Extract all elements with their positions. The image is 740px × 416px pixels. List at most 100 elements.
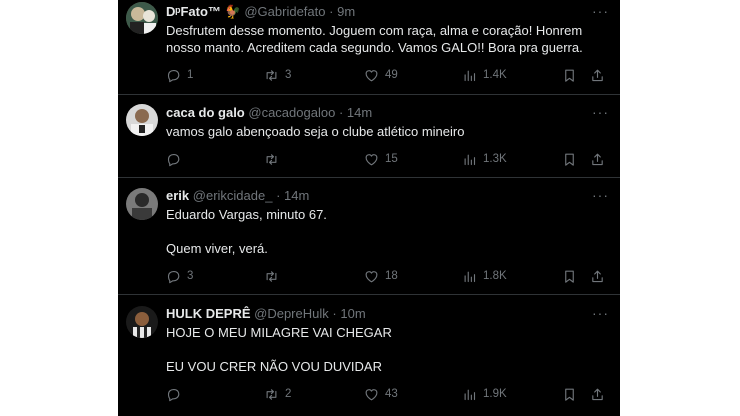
retweet-icon: [264, 152, 279, 167]
share-icon: [590, 387, 605, 402]
retweet-count: 3: [285, 69, 292, 81]
reply-icon: [166, 387, 181, 402]
timestamp[interactable]: 9m: [337, 4, 355, 19]
tweet-3[interactable]: erik @erikcidade_ · 14m ··· Eduardo Varg…: [118, 178, 620, 295]
share-icon: [590, 152, 605, 167]
view-count: 1.8K: [483, 270, 507, 282]
tweet-1[interactable]: DᵖFato™ 🐓 @Gabridefato · 9m ··· Desfrute…: [118, 0, 620, 95]
views-button[interactable]: 1.3K: [462, 150, 507, 168]
reply-button[interactable]: [166, 150, 187, 168]
avatar[interactable]: [126, 104, 158, 136]
action-bar: 2 43 1.9K: [166, 385, 612, 403]
separator: ·: [338, 105, 344, 120]
retweet-button[interactable]: [264, 267, 285, 285]
bookmark-button[interactable]: [562, 267, 577, 285]
share-icon: [590, 68, 605, 83]
handle[interactable]: @DepreHulk: [254, 306, 329, 321]
more-options-button[interactable]: ···: [592, 4, 608, 18]
retweet-button[interactable]: 2: [264, 385, 291, 403]
timestamp[interactable]: 10m: [340, 306, 365, 321]
bookmark-button[interactable]: [562, 66, 577, 84]
reply-button[interactable]: [166, 385, 187, 403]
view-count: 1.4K: [483, 69, 507, 81]
like-button[interactable]: 49: [364, 66, 398, 84]
heart-icon: [364, 387, 379, 402]
heart-icon: [364, 152, 379, 167]
action-bar: 15 1.3K: [166, 150, 612, 168]
reply-count: 3: [187, 270, 194, 282]
timeline: DᵖFato™ 🐓 @Gabridefato · 9m ··· Desfrute…: [118, 0, 620, 416]
reply-icon: [166, 152, 181, 167]
like-count: 49: [385, 69, 398, 81]
views-button[interactable]: 1.8K: [462, 267, 507, 285]
tweet-4[interactable]: HULK DEPRÊ @DepreHulk · 10m ··· HOJE O M…: [118, 295, 620, 416]
retweet-button[interactable]: [264, 150, 285, 168]
tweet-text: Eduardo Vargas, minuto 67. Quem viver, v…: [166, 207, 327, 256]
more-options-button[interactable]: ···: [592, 306, 608, 320]
heart-icon: [364, 269, 379, 284]
display-name[interactable]: HULK DEPRÊ: [166, 306, 251, 321]
display-name[interactable]: caca do galo: [166, 105, 245, 120]
handle[interactable]: @erikcidade_: [193, 188, 273, 203]
bookmark-icon: [562, 68, 577, 83]
more-options-button[interactable]: ···: [592, 188, 608, 202]
action-bar: 1 3 49 1.4K: [166, 66, 612, 84]
display-name[interactable]: erik: [166, 188, 189, 203]
views-button[interactable]: 1.9K: [462, 385, 507, 403]
view-count: 1.9K: [483, 388, 507, 400]
handle[interactable]: @Gabridefato: [244, 4, 325, 19]
reply-icon: [166, 269, 181, 284]
reply-button[interactable]: 3: [166, 267, 193, 285]
views-icon: [462, 387, 477, 402]
timestamp[interactable]: 14m: [284, 188, 309, 203]
separator: ·: [276, 188, 281, 203]
share-button[interactable]: [590, 385, 605, 403]
share-icon: [590, 269, 605, 284]
rooster-emoji: 🐓: [224, 4, 241, 19]
like-count: 43: [385, 388, 398, 400]
avatar[interactable]: [126, 306, 158, 338]
like-count: 15: [385, 153, 398, 165]
like-count: 18: [385, 270, 398, 282]
views-icon: [462, 152, 477, 167]
separator: ·: [329, 4, 334, 19]
heart-icon: [364, 68, 379, 83]
retweet-icon: [264, 269, 279, 284]
action-bar: 3 18 1.8K: [166, 267, 612, 285]
more-options-button[interactable]: ···: [592, 105, 608, 119]
tweet-text: vamos galo abençoado seja o clube atléti…: [166, 124, 465, 139]
tweet-2[interactable]: caca do galo @cacadogaloo · 14m ··· vamo…: [118, 95, 620, 178]
like-button[interactable]: 43: [364, 385, 398, 403]
timestamp[interactable]: 14m: [347, 105, 372, 120]
tweet-header: HULK DEPRÊ @DepreHulk · 10m: [166, 306, 366, 322]
retweet-icon: [264, 68, 279, 83]
tweet-text: HOJE O MEU MILAGRE VAI CHEGAR EU VOU CRE…: [166, 325, 392, 374]
reply-button[interactable]: 1: [166, 66, 193, 84]
retweet-icon: [264, 387, 279, 402]
bookmark-icon: [562, 269, 577, 284]
views-button[interactable]: 1.4K: [462, 66, 507, 84]
avatar[interactable]: [126, 188, 158, 220]
handle[interactable]: @cacadogaloo: [248, 105, 335, 120]
tweet-header: caca do galo @cacadogaloo · 14m: [166, 105, 372, 121]
bookmark-button[interactable]: [562, 385, 577, 403]
share-button[interactable]: [590, 150, 605, 168]
avatar[interactable]: [126, 2, 158, 34]
view-count: 1.3K: [483, 153, 507, 165]
bookmark-button[interactable]: [562, 150, 577, 168]
separator: ·: [332, 306, 337, 321]
bookmark-icon: [562, 152, 577, 167]
tweet-header: erik @erikcidade_ · 14m: [166, 188, 309, 204]
bookmark-icon: [562, 387, 577, 402]
like-button[interactable]: 15: [364, 150, 398, 168]
tweet-header: DᵖFato™ 🐓 @Gabridefato · 9m: [166, 4, 355, 20]
share-button[interactable]: [590, 267, 605, 285]
share-button[interactable]: [590, 66, 605, 84]
display-name[interactable]: DᵖFato™: [166, 4, 221, 19]
like-button[interactable]: 18: [364, 267, 398, 285]
views-icon: [462, 269, 477, 284]
views-icon: [462, 68, 477, 83]
reply-icon: [166, 68, 181, 83]
retweet-button[interactable]: 3: [264, 66, 291, 84]
reply-count: 1: [187, 69, 194, 81]
